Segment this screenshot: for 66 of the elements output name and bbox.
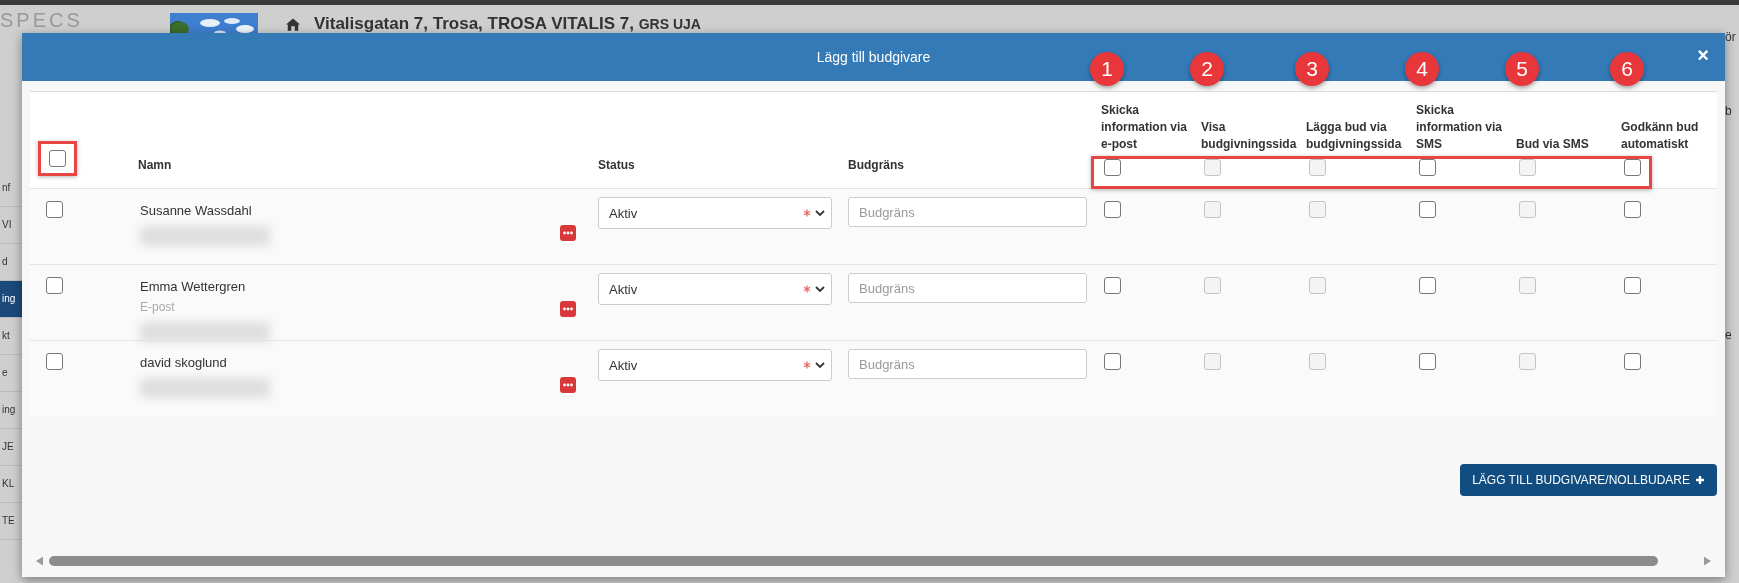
plus-icon xyxy=(1695,475,1705,485)
option-checkbox[interactable] xyxy=(1419,353,1436,370)
background-text: ör xyxy=(1725,30,1737,44)
column-checkbox[interactable] xyxy=(1419,159,1436,176)
scroll-left-icon[interactable] xyxy=(36,556,43,566)
option-checkbox[interactable] xyxy=(1419,201,1436,218)
chevron-icon xyxy=(815,286,825,292)
more-icon[interactable] xyxy=(560,225,576,241)
option-checkbox[interactable] xyxy=(1104,277,1121,294)
close-button[interactable]: × xyxy=(1691,43,1715,68)
status-dropdown[interactable]: Aktiv xyxy=(598,197,832,229)
bidder-name: Susanne Wassdahl xyxy=(140,203,253,218)
row-checkbox[interactable] xyxy=(46,201,63,218)
background-text: b xyxy=(1725,104,1733,118)
status-dropdown[interactable]: Aktiv xyxy=(598,273,832,305)
scrollbar-thumb[interactable] xyxy=(49,556,1658,566)
scroll-right-icon[interactable] xyxy=(1704,556,1711,566)
option-checkbox[interactable] xyxy=(1104,353,1121,370)
column-header: Skicka information via e-post xyxy=(1101,102,1188,153)
column-checkbox[interactable] xyxy=(1624,159,1641,176)
column-header: Skicka information via SMS xyxy=(1416,102,1503,153)
option-checkbox[interactable] xyxy=(1204,277,1221,294)
budget-field[interactable]: Budgräns xyxy=(848,197,1087,227)
budget-field[interactable]: Budgräns xyxy=(848,349,1087,379)
home-icon[interactable] xyxy=(286,18,300,31)
column-header: Godkänn bud automatiskt xyxy=(1621,119,1700,153)
column-header: Visa budgivningssida xyxy=(1201,119,1296,153)
option-checkbox[interactable] xyxy=(1309,201,1326,218)
background-text: e xyxy=(1725,328,1733,342)
option-checkbox[interactable] xyxy=(1519,201,1536,218)
budget-field[interactable]: Budgräns xyxy=(848,273,1087,303)
row-checkbox[interactable] xyxy=(46,277,63,294)
row-checkbox[interactable] xyxy=(46,353,63,370)
column-header: Status xyxy=(598,157,635,174)
chevron-icon xyxy=(815,210,825,216)
column-header: Bud via SMS xyxy=(1516,136,1590,153)
column-checkbox[interactable] xyxy=(1104,159,1121,176)
email-label: E-post xyxy=(140,300,176,314)
more-icon[interactable] xyxy=(560,301,576,317)
required-icon xyxy=(803,361,811,369)
status-dropdown[interactable]: Aktiv xyxy=(598,349,832,381)
page-title: Vitalisgatan 7, Trosa, TROSA VITALIS 7, GRS UJA xyxy=(314,14,701,34)
dialog-title: Lägg till budgivare xyxy=(816,49,931,65)
chevron-icon xyxy=(815,362,825,368)
sidebar-item[interactable]: ing xyxy=(0,281,22,318)
add-bidder-button[interactable]: LÄGG TILL BUDGIVARE/NOLLBUDARE xyxy=(1460,464,1717,496)
option-checkbox[interactable] xyxy=(1104,201,1121,218)
option-checkbox[interactable] xyxy=(1519,353,1536,370)
select-all-checkbox[interactable] xyxy=(49,150,66,167)
option-checkbox[interactable] xyxy=(1309,353,1326,370)
column-header: Namn xyxy=(138,157,172,174)
option-checkbox[interactable] xyxy=(1204,201,1221,218)
option-checkbox[interactable] xyxy=(1624,277,1641,294)
more-icon[interactable] xyxy=(560,377,576,393)
required-icon xyxy=(803,209,811,217)
bidder-name: Emma Wettergren xyxy=(140,279,247,294)
option-checkbox[interactable] xyxy=(1204,353,1221,370)
bidder-name: david skoglund xyxy=(140,355,228,370)
column-header: Lägga bud via budgivningssida xyxy=(1306,119,1403,153)
option-checkbox[interactable] xyxy=(1419,277,1436,294)
option-checkbox[interactable] xyxy=(1624,353,1641,370)
option-checkbox[interactable] xyxy=(1309,277,1326,294)
column-header: Budgräns xyxy=(848,157,904,174)
option-checkbox[interactable] xyxy=(1624,201,1641,218)
required-icon xyxy=(803,285,811,293)
option-checkbox[interactable] xyxy=(1519,277,1536,294)
